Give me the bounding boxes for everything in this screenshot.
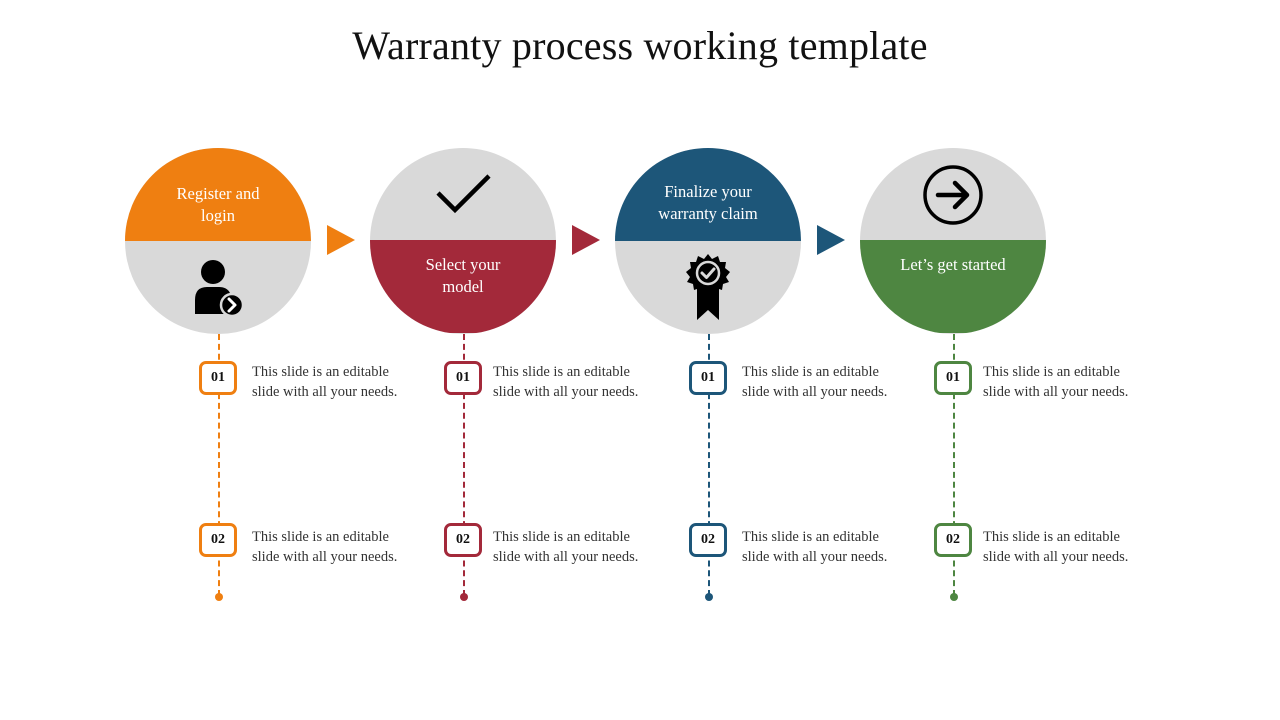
step-label: Let’s get started [860,254,1046,276]
step-label-line: model [442,277,484,296]
item-description: This slide is an editable slide with all… [983,364,1129,400]
flow-arrow [817,225,845,255]
slide-title: Warranty process working template [352,23,928,68]
step-circle: Select your model [370,148,556,334]
item-number-badge: 01 [934,361,972,395]
item-description: This slide is an editable slide with all… [742,529,888,565]
item-number-badge: 01 [199,361,237,395]
item-number-badge: 01 [689,361,727,395]
item-number-badge: 01 [444,361,482,395]
item-number-badge: 02 [934,523,972,557]
item-number-badge: 02 [444,523,482,557]
item-description: This slide is an editable slide with all… [983,529,1129,565]
step-label-line: login [201,206,235,225]
timeline-end-dot [215,593,223,601]
step-label: Register and login [125,183,311,227]
step-label-line: Select your [425,255,501,274]
item-description: This slide is an editable slide with all… [493,364,639,400]
flow-arrow [572,225,600,255]
award-badge-icon [686,254,730,320]
timeline-end-dot [460,593,468,601]
checkmark-icon [436,174,491,214]
arrow-circle-right-icon [923,165,983,225]
step-label-line: warranty claim [658,204,758,223]
item-description: This slide is an editable slide with all… [493,529,639,565]
step-label: Finalize your warranty claim [615,181,801,225]
step-circle: Register and login [125,148,311,334]
flow-arrow [327,225,355,255]
item-number-badge: 02 [199,523,237,557]
step-circle: Let’s get started [860,148,1046,334]
step-label-line: Let’s get started [900,255,1006,274]
item-description: This slide is an editable slide with all… [252,364,398,400]
item-description: This slide is an editable slide with all… [742,364,888,400]
timeline-end-dot [950,593,958,601]
step-circle: Finalize your warranty claim [615,148,801,334]
timeline-end-dot [705,593,713,601]
item-number-badge: 02 [689,523,727,557]
item-description: This slide is an editable slide with all… [252,529,398,565]
step-label-line: Finalize your [664,182,752,201]
step-label-line: Register and [176,184,260,203]
user-arrow-icon [195,260,245,318]
step-label: Select your model [370,254,556,298]
